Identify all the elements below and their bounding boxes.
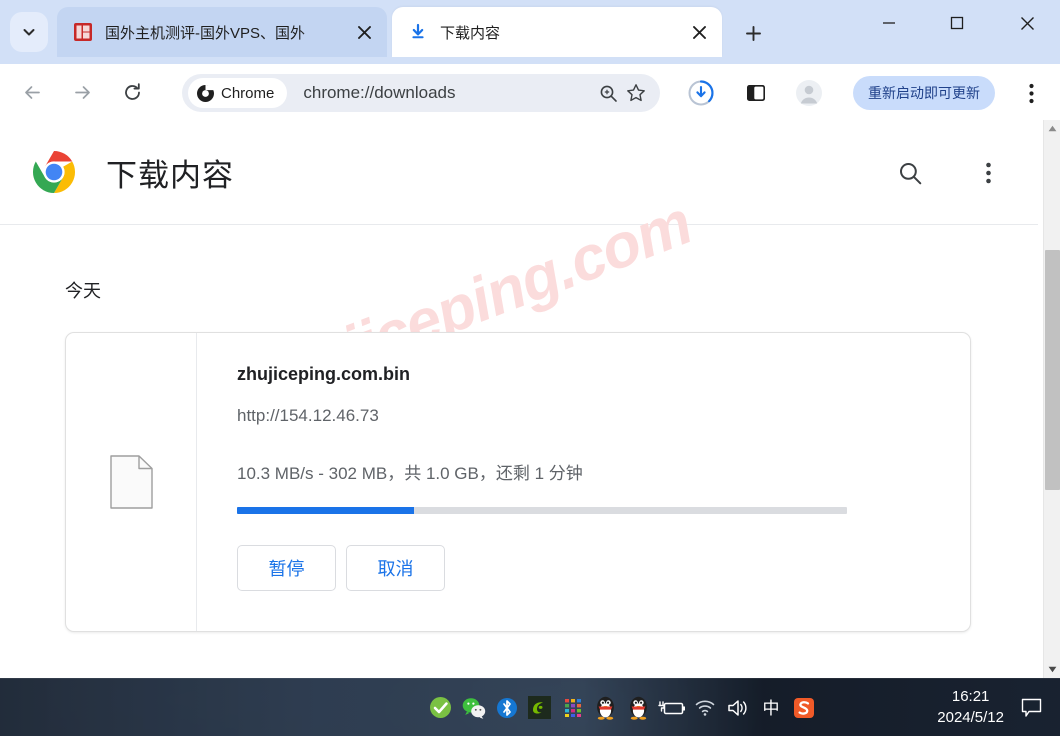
taskbar-clock[interactable]: 16:21 2024/5/12 xyxy=(937,687,1004,728)
download-details: zhujiceping.com.bin http://154.12.46.73 … xyxy=(197,333,970,631)
address-bar[interactable]: Chrome chrome://downloads xyxy=(182,74,660,112)
three-dot-menu-icon xyxy=(1028,83,1034,103)
chrome-logo xyxy=(32,150,76,194)
browser-toolbar: Chrome chrome://downloads 重新启动即可更新 xyxy=(0,64,1060,120)
pause-button[interactable]: 暂停 xyxy=(237,545,336,591)
tab-item-0[interactable]: 国外主机测评-国外VPS、国外 xyxy=(57,7,387,57)
site-favicon-red xyxy=(73,22,93,42)
battery-charging-icon[interactable] xyxy=(655,688,688,728)
browser-menu-button[interactable] xyxy=(1014,76,1048,110)
file-name[interactable]: zhujiceping.com.bin xyxy=(237,364,970,385)
wechat-icon[interactable] xyxy=(457,688,490,728)
download-progress-fill xyxy=(237,507,414,514)
reload-icon xyxy=(124,82,140,100)
forward-button[interactable] xyxy=(64,74,100,110)
download-item-card[interactable]: zhujiceping.com.bin http://154.12.46.73 … xyxy=(65,332,971,632)
download-status-text: 10.3 MB/s - 302 MB，共 1.0 GB，还剩 1 分钟 xyxy=(237,464,583,483)
side-panel-icon[interactable] xyxy=(738,75,774,111)
bookmark-star-icon[interactable] xyxy=(622,79,650,107)
windows-taskbar: 中 16:21 2024/5/12 xyxy=(0,678,1060,736)
new-tab-button[interactable] xyxy=(734,17,772,49)
file-source-url: http://154.12.46.73 xyxy=(237,406,379,425)
window-minimize-button[interactable] xyxy=(866,0,912,46)
generic-file-icon xyxy=(109,455,153,509)
plus-icon xyxy=(745,25,761,41)
avatar-icon[interactable] xyxy=(791,75,827,111)
search-icon[interactable] xyxy=(890,153,930,193)
cancel-button[interactable]: 取消 xyxy=(346,545,445,591)
chevron-down-icon xyxy=(23,29,35,36)
reload-button[interactable] xyxy=(114,74,150,110)
scroll-up-arrow[interactable] xyxy=(1044,120,1060,137)
downloads-page: 下载内容 今天 zhujiceping.com zhujiceping.com.… xyxy=(0,120,1060,678)
window-maximize-button[interactable] xyxy=(934,0,980,46)
chrome-browser-window: 国外主机测评-国外VPS、国外 下载内容 Chrome chrome://dow… xyxy=(0,0,1060,678)
colorful-grid-icon[interactable] xyxy=(556,688,589,728)
sogou-icon[interactable] xyxy=(787,688,820,728)
qq-penguin-icon[interactable] xyxy=(589,688,622,728)
tab-title: 国外主机测评-国外VPS、国外 xyxy=(105,24,306,42)
ime-chinese-icon[interactable]: 中 xyxy=(754,688,787,728)
downloads-progress-icon[interactable] xyxy=(683,75,719,111)
minimize-icon xyxy=(883,22,895,24)
scrollbar-thumb[interactable] xyxy=(1045,250,1060,490)
tab-close-button[interactable] xyxy=(349,17,379,47)
zoom-search-icon[interactable] xyxy=(594,79,622,107)
chrome-mono-icon xyxy=(197,84,214,102)
chrome-search-chip[interactable]: Chrome xyxy=(188,78,288,108)
maximize-icon xyxy=(950,16,964,30)
tab-strip: 国外主机测评-国外VPS、国外 下载内容 xyxy=(0,0,1060,64)
download-progress-bar xyxy=(237,507,847,514)
nvidia-icon[interactable] xyxy=(523,688,556,728)
three-dot-menu-icon xyxy=(985,162,991,184)
forward-arrow-icon xyxy=(74,85,90,99)
chrome-chip-label: Chrome xyxy=(221,84,275,102)
date-group-heading: 今天 xyxy=(65,281,101,301)
scroll-down-arrow[interactable] xyxy=(1044,661,1060,678)
system-tray: 中 xyxy=(424,688,820,728)
wifi-icon[interactable] xyxy=(688,688,721,728)
page-title: 下载内容 xyxy=(106,157,234,193)
tab-item-1[interactable]: 下载内容 xyxy=(392,7,722,57)
tab-title: 下载内容 xyxy=(440,24,501,42)
clock-date: 2024/5/12 xyxy=(937,708,1004,726)
page-menu-button[interactable] xyxy=(968,153,1008,193)
file-icon-column xyxy=(66,333,197,631)
close-icon xyxy=(1020,16,1034,30)
page-scrollbar[interactable] xyxy=(1043,120,1060,678)
green-check-icon[interactable] xyxy=(424,688,457,728)
download-icon xyxy=(408,22,428,42)
bluetooth-icon[interactable] xyxy=(490,688,523,728)
back-arrow-icon xyxy=(24,85,40,99)
back-button[interactable] xyxy=(14,74,50,110)
download-actions: 暂停 取消 xyxy=(237,545,970,591)
update-button[interactable]: 重新启动即可更新 xyxy=(853,76,995,110)
volume-icon[interactable] xyxy=(721,688,754,728)
url-text: chrome://downloads xyxy=(303,83,456,102)
window-close-button[interactable] xyxy=(1004,0,1050,46)
tab-close-button[interactable] xyxy=(684,17,714,47)
tab-search-button[interactable] xyxy=(10,12,48,52)
clock-time: 16:21 xyxy=(951,688,990,706)
qq-penguin-icon[interactable] xyxy=(622,688,655,728)
downloads-page-header: 下载内容 xyxy=(0,120,1038,225)
svg-text:中: 中 xyxy=(762,699,779,719)
notification-icon[interactable] xyxy=(1014,688,1048,728)
